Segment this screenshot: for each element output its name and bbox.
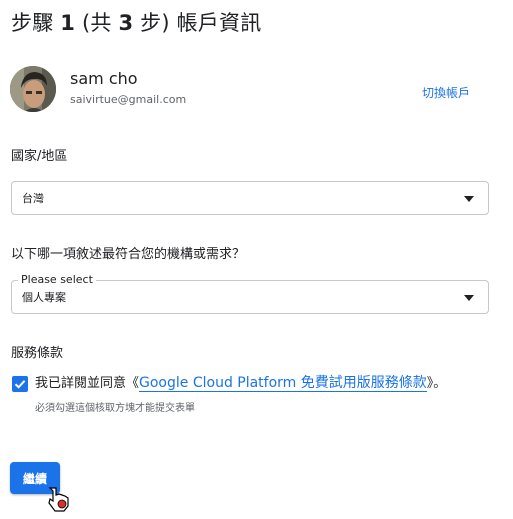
terms-suffix: 》。 [426,376,447,391]
account-row: sam cho saivirtue@gmail.com 切換帳戶 [10,64,500,112]
dropdown-arrow-icon [464,196,474,202]
page-title: 步驟 1 (共 3 步) 帳戶資訊 [11,8,261,38]
terms-section-label: 服務條款 [11,346,64,361]
terms-checkbox[interactable] [12,376,28,392]
switch-account-link[interactable]: 切換帳戶 [422,84,470,101]
org-select[interactable]: Please select 個人專案 [11,273,489,314]
terms-link[interactable]: Google Cloud Platform 免費試用版服務條款 [139,375,427,392]
dropdown-arrow-icon [464,295,474,301]
org-value: 個人專案 [22,291,66,304]
title-suffix: 步) 帳戶資訊 [133,11,262,35]
avatar [10,66,56,112]
hand-pointer-icon [44,484,74,518]
title-prefix: 步驟 [11,11,61,35]
terms-hint: 必須勾選這個核取方塊才能提交表單 [35,403,195,414]
account-name: sam cho [70,69,138,88]
title-step-total: 3 [118,11,134,35]
org-question-label: 以下哪一項敘述最符合您的機構或需求？ [11,247,246,262]
terms-prefix: 我已詳閱並同意《 [35,376,140,391]
title-mid: (共 [75,11,119,35]
check-icon [14,380,26,389]
country-select[interactable]: 台灣 [11,181,489,215]
title-step-number: 1 [60,11,76,35]
account-email: saivirtue@gmail.com [70,93,187,106]
terms-agreement-text: 我已詳閱並同意《Google Cloud Platform 免費試用版服務條款》… [35,374,446,393]
org-floating-label: Please select [18,273,96,287]
country-label: 國家/地區 [11,149,68,164]
country-value: 台灣 [22,192,44,205]
